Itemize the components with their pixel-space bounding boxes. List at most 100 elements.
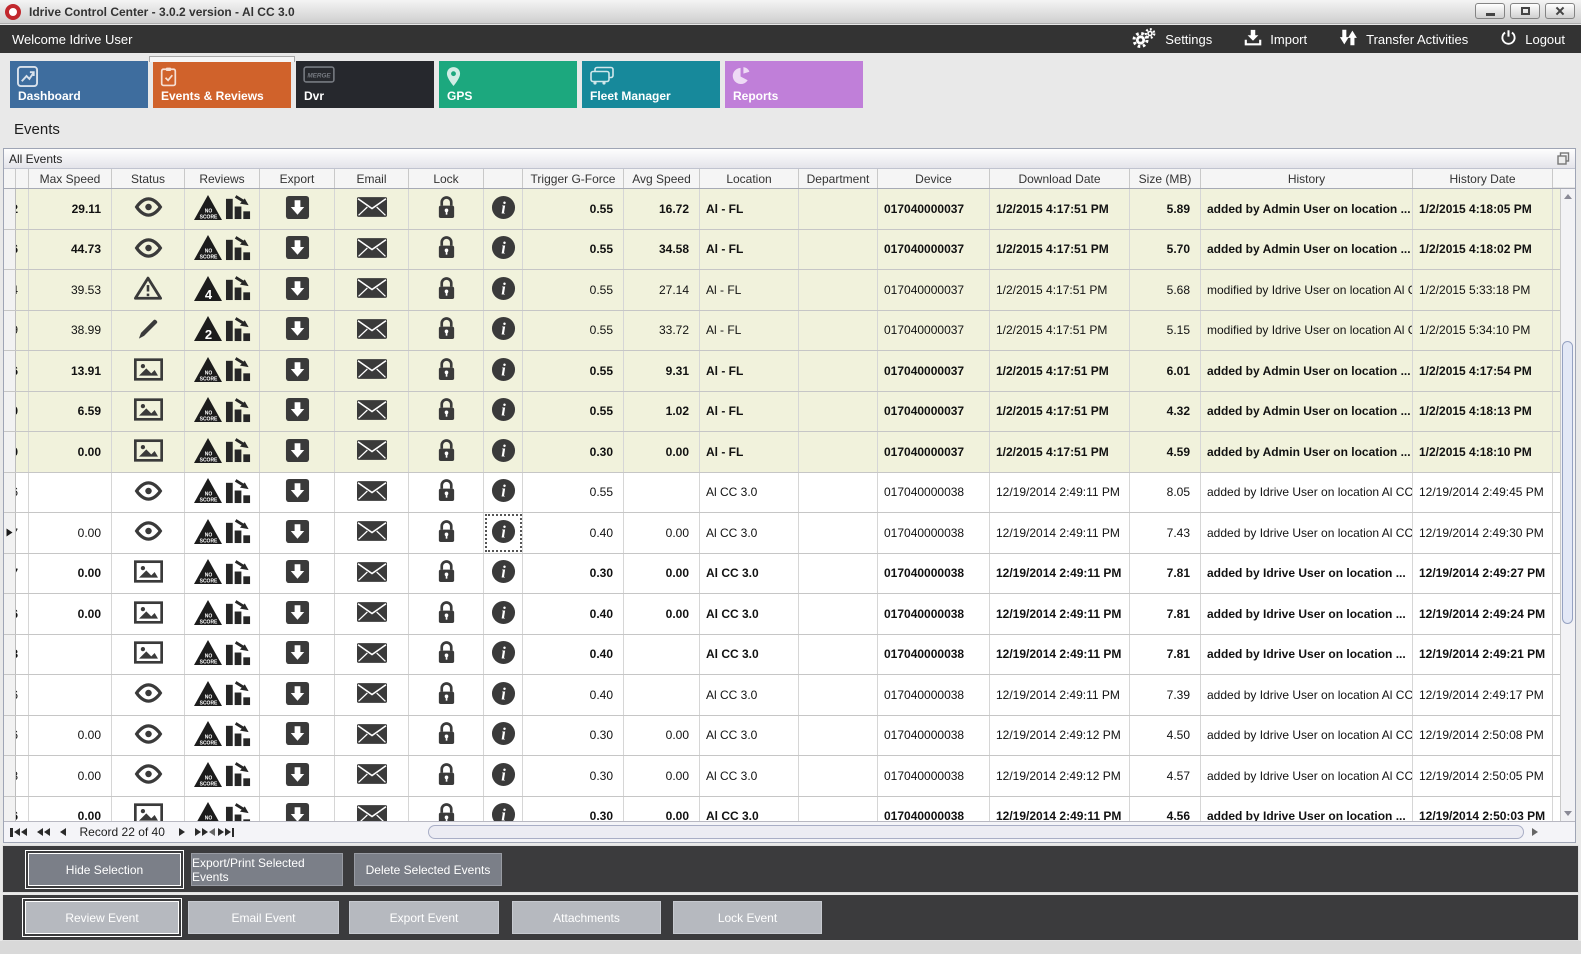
first-record-button[interactable] <box>10 828 27 837</box>
cell-export[interactable] <box>260 351 335 391</box>
cell-device[interactable]: 017040000038 <box>878 716 990 756</box>
cell-partial-id[interactable]: 6 <box>16 473 29 513</box>
cell-trigger-gforce[interactable]: 0.55 <box>523 230 624 270</box>
cell-max-speed[interactable] <box>29 473 112 513</box>
cell-avg-speed[interactable]: 16.72 <box>624 189 700 229</box>
cell-location[interactable]: Al CC 3.0 <box>700 554 799 594</box>
cell-device[interactable]: 017040000038 <box>878 594 990 634</box>
tab-gps[interactable]: GPS <box>439 61 577 108</box>
cell-avg-speed[interactable]: 9.31 <box>624 351 700 391</box>
table-row[interactable]: 00.00NOSCOREi0.300.00Al - FL017040000037… <box>4 432 1575 473</box>
cell-department[interactable] <box>799 594 878 634</box>
cell-reviews[interactable]: NOSCORE <box>185 756 260 796</box>
cell-trigger-gforce[interactable]: 0.55 <box>523 351 624 391</box>
attachments-button[interactable]: Attachments <box>512 901 661 934</box>
cell-export[interactable] <box>260 189 335 229</box>
previous-record-button[interactable] <box>60 828 66 836</box>
cell-department[interactable] <box>799 351 878 391</box>
cell-max-speed[interactable]: 0.00 <box>29 797 112 822</box>
cell-size-mb[interactable]: 4.56 <box>1130 797 1201 822</box>
cell-size-mb[interactable]: 8.05 <box>1130 473 1201 513</box>
table-row[interactable]: 613.91NOSCOREi0.559.31Al - FL01704000003… <box>4 351 1575 392</box>
transfer-activities-button[interactable]: Transfer Activities <box>1339 29 1468 50</box>
cell-history-date[interactable]: 12/19/2014 2:49:21 PM <box>1413 635 1553 675</box>
cell-device[interactable]: 017040000037 <box>878 351 990 391</box>
cell-reviews[interactable]: NOSCORE <box>185 554 260 594</box>
export-event-button[interactable]: Export Event <box>349 901 499 934</box>
cell-trigger-gforce[interactable]: 0.55 <box>523 392 624 432</box>
col-header-blank[interactable] <box>484 169 523 188</box>
cell-size-mb[interactable]: 6.01 <box>1130 351 1201 391</box>
cell-location[interactable]: Al CC 3.0 <box>700 513 799 553</box>
cell-max-speed[interactable]: 0.00 <box>29 756 112 796</box>
cell-email[interactable] <box>335 230 409 270</box>
table-row[interactable]: 644.73NOSCOREi0.5534.58Al - FL0170400000… <box>4 230 1575 271</box>
cell-location[interactable]: Al - FL <box>700 432 799 472</box>
cell-lock[interactable] <box>409 270 484 310</box>
cell-history-date[interactable]: 12/19/2014 2:49:27 PM <box>1413 554 1553 594</box>
cell-lock[interactable] <box>409 675 484 715</box>
cell-trigger-gforce[interactable]: 0.30 <box>523 756 624 796</box>
cell-reviews[interactable]: NOSCORE <box>185 189 260 229</box>
cell-history[interactable]: added by Idrive User on location ... <box>1201 635 1413 675</box>
cell-history-date[interactable]: 1/2/2015 4:18:10 PM <box>1413 432 1553 472</box>
cell-device[interactable]: 017040000037 <box>878 230 990 270</box>
col-header-history-date[interactable]: History Date <box>1413 169 1553 188</box>
cell-export[interactable] <box>260 473 335 513</box>
cell-reviews[interactable]: NOSCORE <box>185 392 260 432</box>
cell-info[interactable]: i <box>484 432 523 472</box>
cell-export[interactable] <box>260 432 335 472</box>
cell-status[interactable] <box>112 756 185 796</box>
cell-avg-speed[interactable] <box>624 635 700 675</box>
col-header-reviews[interactable]: Reviews <box>185 169 260 188</box>
cell-email[interactable] <box>335 270 409 310</box>
cell-trigger-gforce[interactable]: 0.40 <box>523 594 624 634</box>
close-button[interactable] <box>1545 3 1575 19</box>
cell-export[interactable] <box>260 756 335 796</box>
cell-history-date[interactable]: 12/19/2014 2:49:17 PM <box>1413 675 1553 715</box>
cell-device[interactable]: 017040000038 <box>878 797 990 822</box>
cell-reviews[interactable]: NOSCORE <box>185 594 260 634</box>
cell-location[interactable]: Al CC 3.0 <box>700 675 799 715</box>
cell-history[interactable]: added by Idrive User on location Al CC .… <box>1201 716 1413 756</box>
cell-download-date[interactable]: 12/19/2014 2:49:12 PM <box>990 756 1130 796</box>
col-header-avg-speed[interactable]: Avg Speed <box>624 169 700 188</box>
cell-email[interactable] <box>335 797 409 822</box>
cell-history-date[interactable]: 12/19/2014 2:50:05 PM <box>1413 756 1553 796</box>
cell-partial-id[interactable]: 6 <box>16 351 29 391</box>
cell-partial-id[interactable]: 6 <box>16 716 29 756</box>
cell-avg-speed[interactable]: 0.00 <box>624 797 700 822</box>
cell-history-date[interactable]: 1/2/2015 4:18:05 PM <box>1413 189 1553 229</box>
cell-trigger-gforce[interactable]: 0.55 <box>523 270 624 310</box>
cell-max-speed[interactable]: 13.91 <box>29 351 112 391</box>
col-header-device[interactable]: Device <box>878 169 990 188</box>
table-row[interactable]: 6NOSCOREi0.40Al CC 3.001704000003812/19/… <box>4 675 1575 716</box>
cell-history[interactable]: added by Idrive User on location Al CC .… <box>1201 675 1413 715</box>
cell-download-date[interactable]: 12/19/2014 2:49:11 PM <box>990 594 1130 634</box>
cell-status[interactable] <box>112 351 185 391</box>
cell-size-mb[interactable]: 7.43 <box>1130 513 1201 553</box>
table-row[interactable]: 06.59NOSCOREi0.551.02Al - FL017040000037… <box>4 392 1575 433</box>
cell-export[interactable] <box>260 392 335 432</box>
cell-avg-speed[interactable]: 27.14 <box>624 270 700 310</box>
cell-partial-id[interactable]: 0 <box>16 432 29 472</box>
col-header-blank[interactable] <box>4 169 16 188</box>
cell-info[interactable]: i <box>484 635 523 675</box>
cell-reviews[interactable]: 4 <box>185 270 260 310</box>
cell-device[interactable]: 017040000037 <box>878 189 990 229</box>
cell-email[interactable] <box>335 432 409 472</box>
cell-department[interactable] <box>799 270 878 310</box>
cell-export[interactable] <box>260 716 335 756</box>
cell-export[interactable] <box>260 270 335 310</box>
cell-max-speed[interactable]: 29.11 <box>29 189 112 229</box>
last-record-button[interactable] <box>218 828 235 837</box>
cell-department[interactable] <box>799 392 878 432</box>
cell-reviews[interactable]: NOSCORE <box>185 635 260 675</box>
cell-download-date[interactable]: 12/19/2014 2:49:11 PM <box>990 635 1130 675</box>
cell-location[interactable]: Al - FL <box>700 351 799 391</box>
cell-download-date[interactable]: 12/19/2014 2:49:11 PM <box>990 513 1130 553</box>
table-row[interactable]: 70.00NOSCOREi0.300.00Al CC 3.00170400000… <box>4 554 1575 595</box>
cell-trigger-gforce[interactable]: 0.30 <box>523 716 624 756</box>
col-header-blank[interactable] <box>16 169 29 188</box>
cell-avg-speed[interactable]: 0.00 <box>624 432 700 472</box>
